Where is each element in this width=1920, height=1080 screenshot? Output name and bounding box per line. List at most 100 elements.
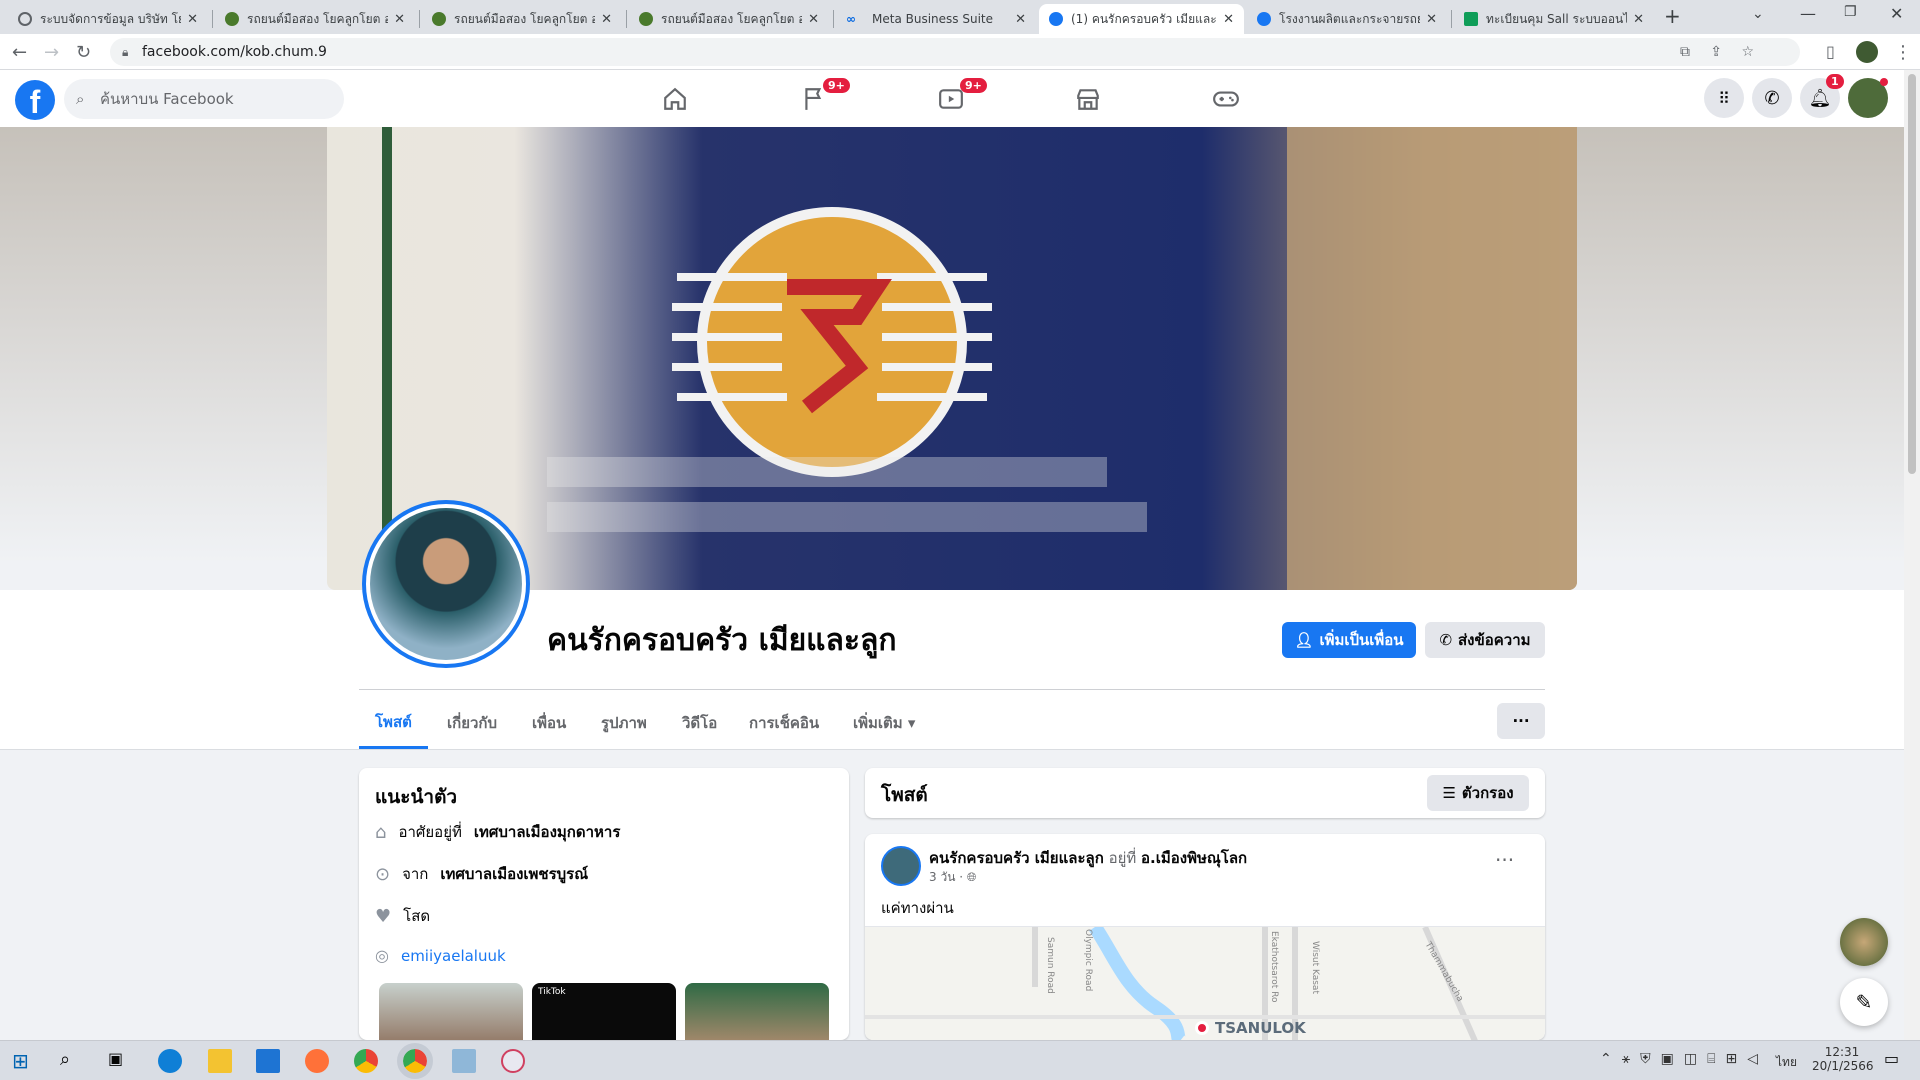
close-tab-icon[interactable]: ✕ xyxy=(187,12,198,27)
tab-checkins[interactable]: การเช็คอิน xyxy=(749,697,819,749)
nav-watch[interactable]: 9+ xyxy=(896,70,1006,127)
facebook-logo[interactable]: f xyxy=(15,80,55,120)
profile-more-options-button[interactable]: ··· xyxy=(1497,703,1545,739)
system-tray-icons[interactable]: ⌃⚹⛨▣◫⌸⊞◁ xyxy=(1600,1051,1768,1067)
edge-icon[interactable] xyxy=(158,1049,182,1073)
close-tab-icon[interactable]: ✕ xyxy=(1223,12,1234,27)
forward-icon[interactable]: → xyxy=(44,42,59,63)
search-input[interactable]: ⌕ ค้นหาบน Facebook xyxy=(64,79,344,119)
mail-icon[interactable] xyxy=(256,1049,280,1073)
instagram-link[interactable]: emiiyaelaluuk xyxy=(401,947,506,965)
post-location[interactable]: อ.เมืองพิษณุโลก xyxy=(1141,849,1247,867)
restore-button[interactable]: ❐ xyxy=(1844,4,1857,20)
bookmark-star-icon[interactable]: ☆ xyxy=(1741,38,1754,66)
intro-relationship: ♥ โสด xyxy=(375,905,431,927)
browser-tab[interactable]: รถยนต์มือสอง โยคลูกโยต อุตร✕ xyxy=(422,4,622,34)
cover-photo-image xyxy=(382,127,1577,590)
add-friend-button[interactable]: 👤︎ เพิ่มเป็นเพื่อน xyxy=(1282,622,1416,658)
tab-about[interactable]: เกี่ยวกับ xyxy=(447,697,497,749)
nav-marketplace[interactable] xyxy=(1033,70,1143,127)
post-author-avatar[interactable] xyxy=(881,846,921,886)
browser-tab[interactable]: ∞ Meta Business Suite ✕ xyxy=(836,4,1036,34)
profile-avatar[interactable] xyxy=(362,500,530,668)
tab-search-icon[interactable]: ⌄ xyxy=(1752,6,1764,22)
post-map[interactable]: Samun Road Olympic Road Ekathotsarot Ro … xyxy=(865,923,1545,1040)
home-icon: ⌂ xyxy=(375,821,387,843)
profile-divider xyxy=(359,689,1545,690)
address-bar[interactable]: 🔒︎ facebook.com/kob.chum.9 ⧉ ⇪ ☆ xyxy=(110,38,1800,66)
map-pin-icon xyxy=(1195,1021,1209,1035)
tab-photos[interactable]: รูปภาพ xyxy=(601,697,647,749)
post-time[interactable]: 3 วัน xyxy=(929,870,955,884)
chrome-icon[interactable] xyxy=(354,1049,378,1073)
nav-home[interactable] xyxy=(620,70,730,127)
input-language[interactable]: ไทย xyxy=(1776,1053,1797,1072)
gamepad-icon xyxy=(1213,90,1239,107)
notification-center-icon[interactable]: ▭ xyxy=(1884,1049,1899,1068)
notifications-button[interactable]: 🔔︎ 1 xyxy=(1800,74,1844,118)
windows-start-icon[interactable]: ⊞ xyxy=(12,1049,36,1073)
close-tab-icon[interactable]: ✕ xyxy=(1426,12,1437,27)
profile-avatar-icon[interactable] xyxy=(1856,41,1878,63)
message-button[interactable]: ✆ ส่งข้อความ xyxy=(1425,622,1545,658)
scroll-thumb[interactable] xyxy=(1908,74,1916,474)
page-scrollbar[interactable] xyxy=(1904,70,1920,1040)
intro-lives-in: ⌂ อาศัยอยู่ที่ เทศบาลเมืองมุกดาหาร xyxy=(375,821,621,843)
task-view-icon[interactable]: ▣ xyxy=(108,1049,132,1073)
share-icon[interactable]: ⇪ xyxy=(1710,38,1722,66)
messenger-button[interactable]: ✆ xyxy=(1752,78,1792,118)
browser-tab-active[interactable]: (1) คนรักครอบครัว เมียและลูก ✕ xyxy=(1039,4,1244,34)
close-tab-icon[interactable]: ✕ xyxy=(1633,12,1644,27)
tab-videos[interactable]: วิดีโอ xyxy=(682,697,717,749)
side-panel-icon[interactable]: ▯ xyxy=(1826,42,1835,61)
featured-tiktok[interactable]: TikTok xyxy=(532,983,676,1040)
cover-photo[interactable] xyxy=(327,127,1577,590)
tab-friends[interactable]: เพื่อน xyxy=(532,697,566,749)
translate-icon[interactable]: ⧉ xyxy=(1680,38,1690,66)
site-favicon-icon xyxy=(225,12,239,26)
close-tab-icon[interactable]: ✕ xyxy=(1015,12,1026,27)
clock[interactable]: 12:31 20/1/2566 xyxy=(1812,1045,1874,1073)
tab-more[interactable]: เพิ่มเติม ▾ xyxy=(853,697,915,749)
menu-kebab-icon[interactable]: ⋮ xyxy=(1894,42,1912,63)
posts-header-card: โพสต์ ☰ ตัวกรอง xyxy=(865,768,1545,818)
grid-icon: ⠿ xyxy=(1718,88,1730,108)
close-tab-icon[interactable]: ✕ xyxy=(808,12,819,27)
filter-button[interactable]: ☰ ตัวกรอง xyxy=(1427,775,1529,811)
tab-posts[interactable]: โพสต์ xyxy=(359,697,428,749)
browser-tab[interactable]: โรงงานผลิตและกระจายรถยนต์✕ xyxy=(1247,4,1447,34)
browser-tab[interactable]: รถยนต์มือสอง โยคลูกโยต อุตร✕ xyxy=(629,4,829,34)
chrome-active-icon[interactable] xyxy=(397,1043,433,1079)
new-message-button[interactable]: ✎ xyxy=(1840,978,1888,1026)
menu-grid-button[interactable]: ⠿ xyxy=(1704,78,1744,118)
close-tab-icon[interactable]: ✕ xyxy=(394,12,405,27)
minimize-button[interactable]: — xyxy=(1800,4,1816,23)
close-window-button[interactable]: ✕ xyxy=(1890,4,1903,23)
pages-badge: 9+ xyxy=(823,78,850,93)
lock-icon: 🔒︎ xyxy=(122,45,129,59)
featured-photo[interactable] xyxy=(685,983,829,1040)
browser-tab[interactable]: รถยนต์มือสอง โยคลูกโยต อุตร✕ xyxy=(215,4,415,34)
search-icon[interactable]: ⌕ xyxy=(60,1049,84,1073)
chat-head-avatar[interactable] xyxy=(1840,918,1888,966)
reload-icon[interactable]: ↻ xyxy=(76,42,91,63)
notifications-badge: 1 xyxy=(1826,74,1844,89)
close-tab-icon[interactable]: ✕ xyxy=(601,12,612,27)
post-author[interactable]: คนรักครอบครัว เมียและลูก xyxy=(929,849,1104,867)
firefox-icon[interactable] xyxy=(305,1049,329,1073)
nav-pages[interactable]: 9+ xyxy=(759,70,869,127)
compose-icon: ✎ xyxy=(1855,990,1873,1014)
browser-tab[interactable]: ทะเบียนคุม Sall ระบบออนไลน์✕ xyxy=(1454,4,1654,34)
file-explorer-icon[interactable] xyxy=(208,1049,232,1073)
back-icon[interactable]: ← xyxy=(12,42,27,63)
app-window-icon[interactable] xyxy=(452,1049,476,1073)
paint-icon[interactable] xyxy=(501,1049,525,1073)
intro-from: ⊙ จาก เทศบาลเมืองเพชรบูรณ์ xyxy=(375,863,589,885)
post-text: แค่ทางผ่าน xyxy=(881,899,954,917)
nav-gaming[interactable] xyxy=(1171,70,1281,127)
post-options-icon[interactable]: ··· xyxy=(1495,848,1514,872)
search-icon: ⌕ xyxy=(76,90,85,108)
browser-tab[interactable]: ระบบจัดการข้อมูล บริษัท โยคลู✕ xyxy=(8,4,208,34)
featured-photo[interactable] xyxy=(379,983,523,1040)
new-tab-button[interactable]: + xyxy=(1664,4,1681,28)
